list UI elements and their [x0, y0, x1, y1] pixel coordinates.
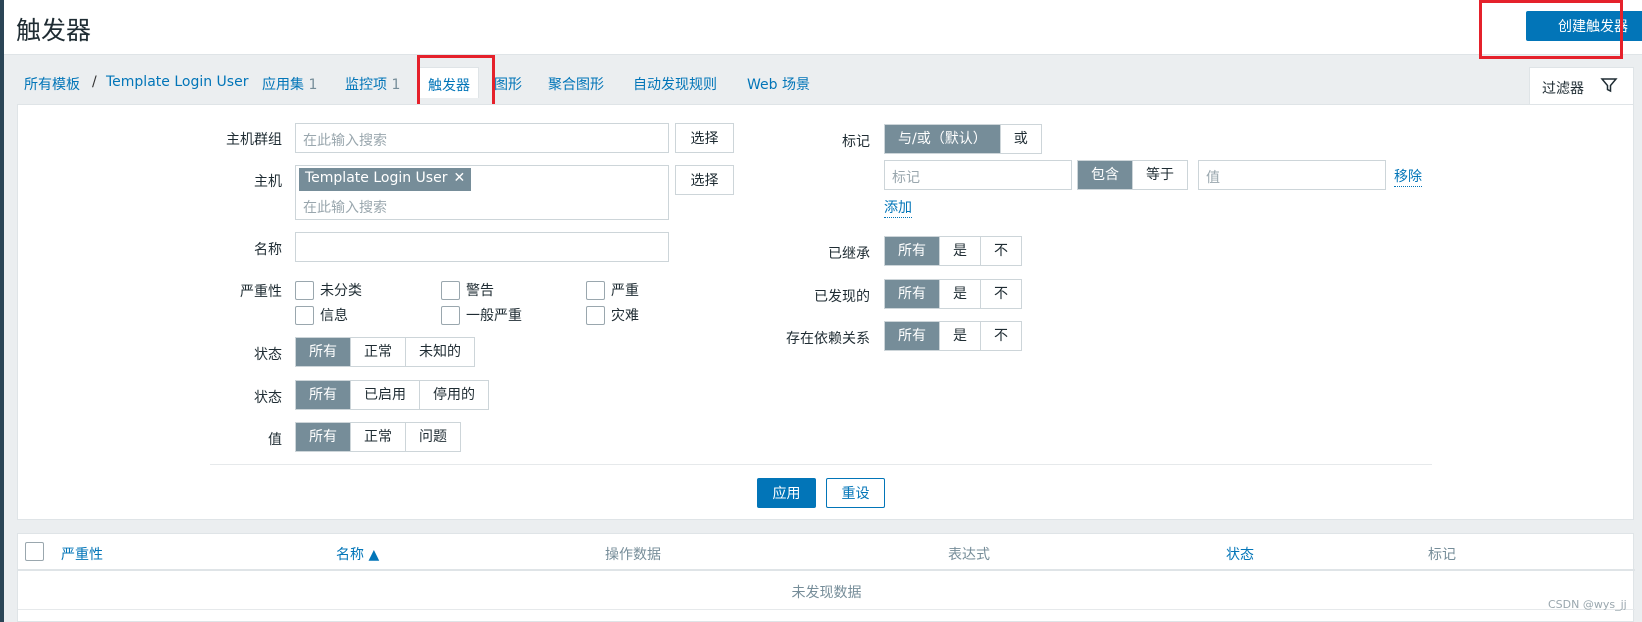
tab-graphs[interactable]: 图形: [494, 74, 522, 94]
status-segmented: 所有 已启用 停用的: [295, 380, 489, 410]
column-operational-data: 操作数据: [605, 547, 661, 563]
dependencies-option-all[interactable]: 所有: [885, 322, 939, 350]
dependencies-option-yes[interactable]: 是: [939, 322, 980, 350]
value-option-problem[interactable]: 问题: [405, 423, 460, 451]
value-option-all[interactable]: 所有: [296, 423, 350, 451]
inherited-segmented: 所有 是 不: [884, 236, 1022, 266]
tag-value-input[interactable]: 值: [1198, 160, 1386, 190]
page-title: 触发器: [16, 16, 92, 45]
page-header: 触发器: [4, 0, 1642, 55]
tab-discovery-rules[interactable]: 自动发现规则: [633, 74, 717, 94]
column-severity[interactable]: 严重性: [61, 544, 103, 564]
triggers-table: 严重性 名称 ▲ 操作数据 表达式 状态 标记 未发现数据: [17, 533, 1635, 622]
state-option-all[interactable]: 所有: [296, 338, 350, 366]
tag-operator-contains[interactable]: 包含: [1078, 161, 1132, 189]
discovered-segmented: 所有 是 不: [884, 279, 1022, 309]
host-group-select-button[interactable]: 选择: [675, 123, 734, 153]
value-option-ok[interactable]: 正常: [350, 423, 405, 451]
no-data-message: 未发现数据: [791, 585, 862, 601]
severity-warning-checkbox[interactable]: 警告: [441, 280, 494, 300]
tags-mode-or[interactable]: 或: [999, 125, 1041, 153]
column-status[interactable]: 状态: [1226, 544, 1254, 564]
table-row-divider: [18, 609, 1635, 610]
breadcrumb-template[interactable]: Template Login User: [106, 74, 248, 90]
dependencies-option-no[interactable]: 不: [980, 322, 1021, 350]
host-tag: Template Login User ✕: [299, 168, 472, 191]
tags-mode-segmented: 与/或（默认） 或: [884, 124, 1042, 154]
remove-tag-icon[interactable]: ✕: [453, 170, 465, 186]
tag-operator-equals[interactable]: 等于: [1132, 161, 1187, 189]
inherited-option-yes[interactable]: 是: [939, 237, 980, 265]
status-option-all[interactable]: 所有: [296, 381, 350, 409]
inherited-option-no[interactable]: 不: [980, 237, 1021, 265]
tab-items[interactable]: 监控项 1: [345, 74, 400, 94]
tag-operator-segmented: 包含 等于: [1077, 160, 1188, 190]
severity-high-checkbox[interactable]: 严重: [586, 280, 639, 300]
state-option-normal[interactable]: 正常: [350, 338, 405, 366]
select-all-checkbox[interactable]: [25, 542, 44, 561]
host-label: 主机: [254, 174, 282, 190]
column-name[interactable]: 名称 ▲: [336, 544, 379, 564]
host-group-label: 主机群组: [226, 132, 282, 148]
tags-label: 标记: [842, 134, 870, 150]
template-tabs-bar: 所有模板 / Template Login User 应用集 1 监控项 1 触…: [4, 56, 1642, 104]
apply-button[interactable]: 应用: [757, 478, 816, 508]
filter-toggle-tab[interactable]: 过滤器: [1529, 67, 1634, 105]
column-expression: 表达式: [948, 547, 990, 563]
state-segmented: 所有 正常 未知的: [295, 337, 475, 367]
status-option-disabled[interactable]: 停用的: [419, 381, 488, 409]
tags-mode-and-or[interactable]: 与/或（默认）: [885, 125, 1000, 153]
value-label: 值: [268, 432, 282, 448]
breadcrumb-all-templates[interactable]: 所有模板: [24, 74, 80, 94]
status-option-enabled[interactable]: 已启用: [350, 381, 419, 409]
column-tags: 标记: [1428, 547, 1456, 563]
tag-add-link[interactable]: 添加: [884, 197, 912, 218]
host-select-button[interactable]: 选择: [675, 165, 734, 195]
inherited-label: 已继承: [828, 246, 870, 262]
create-trigger-button[interactable]: 创建触发器: [1526, 11, 1642, 41]
severity-not-classified-checkbox[interactable]: 未分类: [295, 280, 362, 300]
dependencies-label: 存在依赖关系: [786, 331, 870, 347]
discovered-option-all[interactable]: 所有: [885, 280, 939, 308]
discovered-option-no[interactable]: 不: [980, 280, 1021, 308]
watermark: CSDN @wys_jj: [1548, 598, 1627, 611]
name-input[interactable]: [295, 232, 669, 262]
reset-button[interactable]: 重设: [826, 478, 885, 508]
state-label: 状态: [254, 347, 282, 363]
tab-applications[interactable]: 应用集 1: [262, 74, 317, 94]
funnel-icon: [1600, 78, 1618, 93]
filter-divider: [210, 464, 1432, 465]
inherited-option-all[interactable]: 所有: [885, 237, 939, 265]
breadcrumb-separator: /: [92, 74, 97, 90]
table-header: 严重性 名称 ▲ 操作数据 表达式 状态 标记: [18, 534, 1635, 571]
status-label: 状态: [254, 390, 282, 406]
state-option-unknown[interactable]: 未知的: [405, 338, 474, 366]
host-search-placeholder[interactable]: 在此输入搜索: [303, 197, 387, 217]
tab-web-scenarios[interactable]: Web 场景: [747, 74, 810, 94]
severity-information-checkbox[interactable]: 信息: [295, 305, 348, 325]
filter-panel: [17, 104, 1634, 520]
dependencies-segmented: 所有 是 不: [884, 321, 1022, 351]
tab-triggers[interactable]: 触发器: [419, 67, 479, 98]
severity-label: 严重性: [240, 284, 282, 300]
discovered-option-yes[interactable]: 是: [939, 280, 980, 308]
severity-disaster-checkbox[interactable]: 灾难: [586, 305, 639, 325]
tag-remove-link[interactable]: 移除: [1394, 166, 1422, 187]
name-label: 名称: [254, 242, 282, 258]
tab-screens[interactable]: 聚合图形: [548, 74, 604, 94]
host-group-input[interactable]: 在此输入搜索: [295, 123, 669, 153]
tag-name-input[interactable]: 标记: [884, 160, 1072, 190]
discovered-label: 已发现的: [814, 289, 870, 305]
filter-tab-label: 过滤器: [1542, 81, 1584, 97]
severity-average-checkbox[interactable]: 一般严重: [441, 305, 522, 325]
value-segmented: 所有 正常 问题: [295, 422, 461, 452]
